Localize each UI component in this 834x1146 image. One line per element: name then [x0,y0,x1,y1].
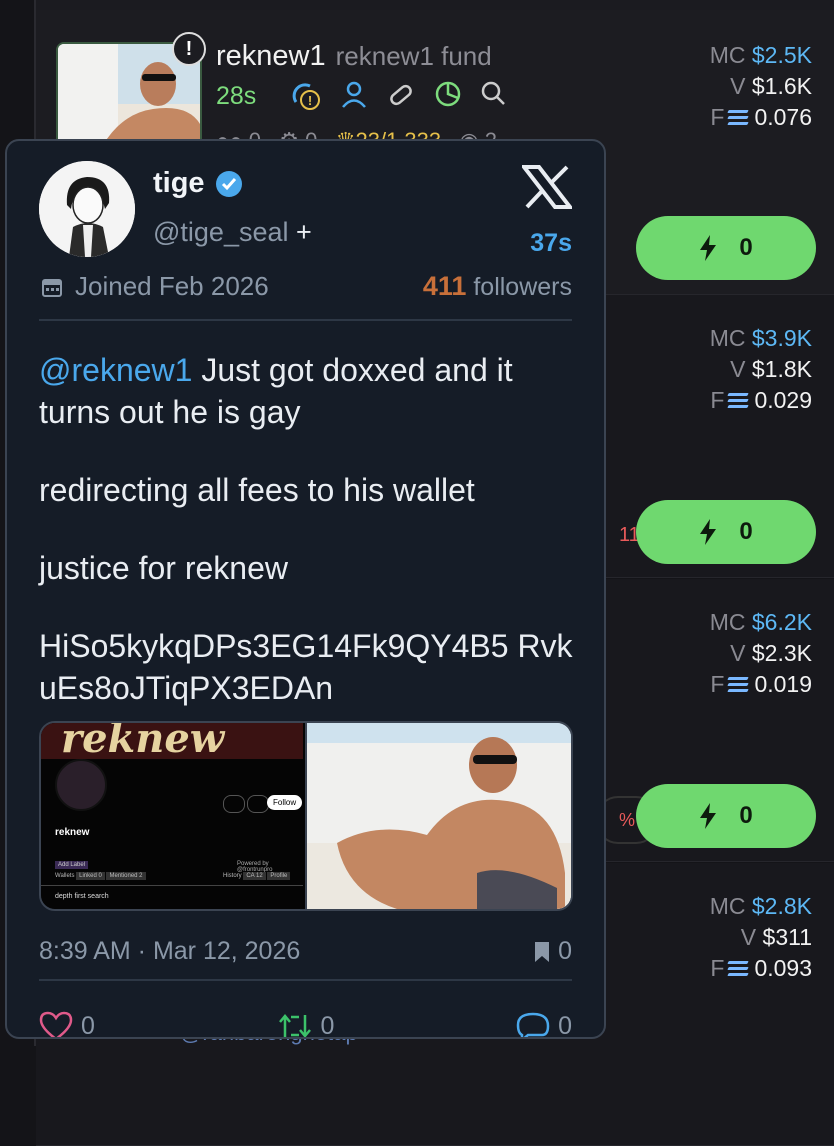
retweet-icon [278,1014,311,1037]
svg-text:!: ! [308,93,312,108]
tweet-preview-popup[interactable]: tige @tige_seal + 37s Joined Feb 2026 41… [5,139,606,1039]
author-avatar[interactable] [39,161,135,257]
solana-icon [727,677,750,693]
top-strip [0,0,834,10]
tweet-actions: 0 0 0 [39,1011,572,1037]
user-icon[interactable] [340,80,368,110]
solana-icon [727,110,750,126]
retweet-button[interactable]: 0 [277,1011,334,1037]
solana-icon [727,961,750,977]
quick-buy-button[interactable]: 0 [636,784,816,848]
pie-chart-icon[interactable] [434,80,462,108]
token-title[interactable]: reknew1 reknew1 fund [216,40,492,73]
bookmark-icon [535,941,550,962]
lightning-icon [700,803,717,829]
quick-buy-button[interactable]: 0 [636,500,816,564]
tweet-text: @reknew1 Just got doxxed and it turns ou… [39,352,573,706]
add-icon[interactable]: + [296,217,312,247]
heart-icon [39,1011,73,1037]
bookmark-count[interactable]: 0 [534,937,572,966]
followers-count: 411 followers [422,271,572,301]
reply-icon [516,1012,550,1037]
warning-icon: ! [172,32,206,66]
token-metrics: MC $2.8K V $311 F 0.093 [709,893,812,981]
verified-icon [215,170,242,197]
mention-link[interactable]: @reknew1 [39,352,192,388]
like-button[interactable]: 0 [39,1011,95,1037]
divider [39,979,572,981]
dev-warning-icon[interactable]: ! [290,80,322,112]
token-metrics: MC $6.2K V $2.3K F 0.019 [709,609,812,697]
media-profile-screenshot[interactable]: reknew Follow reknew Add Label Powered b… [41,723,307,909]
token-metrics: MC $2.5K V $1.6K F 0.076 [709,42,812,130]
token-age: 28s [216,82,257,110]
lightning-icon [700,235,717,261]
x-logo-icon[interactable] [522,165,572,209]
author-handle[interactable]: @tige_seal + [153,217,312,248]
tweet-timestamp: 8:39 AM · Mar 12, 2026 [39,937,301,965]
calendar-icon [42,278,62,297]
solana-icon [727,393,750,409]
quick-buy-button[interactable]: 0 [636,216,816,280]
token-metrics: MC $3.9K V $1.8K F 0.029 [709,325,812,413]
tweet-age: 37s [530,229,572,257]
author-name[interactable]: tige [153,167,243,200]
media-photo[interactable] [307,723,571,909]
reply-button[interactable]: 0 [516,1011,572,1037]
token-icon-bar: ! [290,80,506,112]
joined-date: Joined Feb 2026 [41,271,269,302]
link-icon[interactable] [386,80,416,110]
tweet-media[interactable]: reknew Follow reknew Add Label Powered b… [39,721,573,911]
divider [39,319,572,321]
search-icon[interactable] [480,80,506,106]
lightning-icon [700,519,717,545]
